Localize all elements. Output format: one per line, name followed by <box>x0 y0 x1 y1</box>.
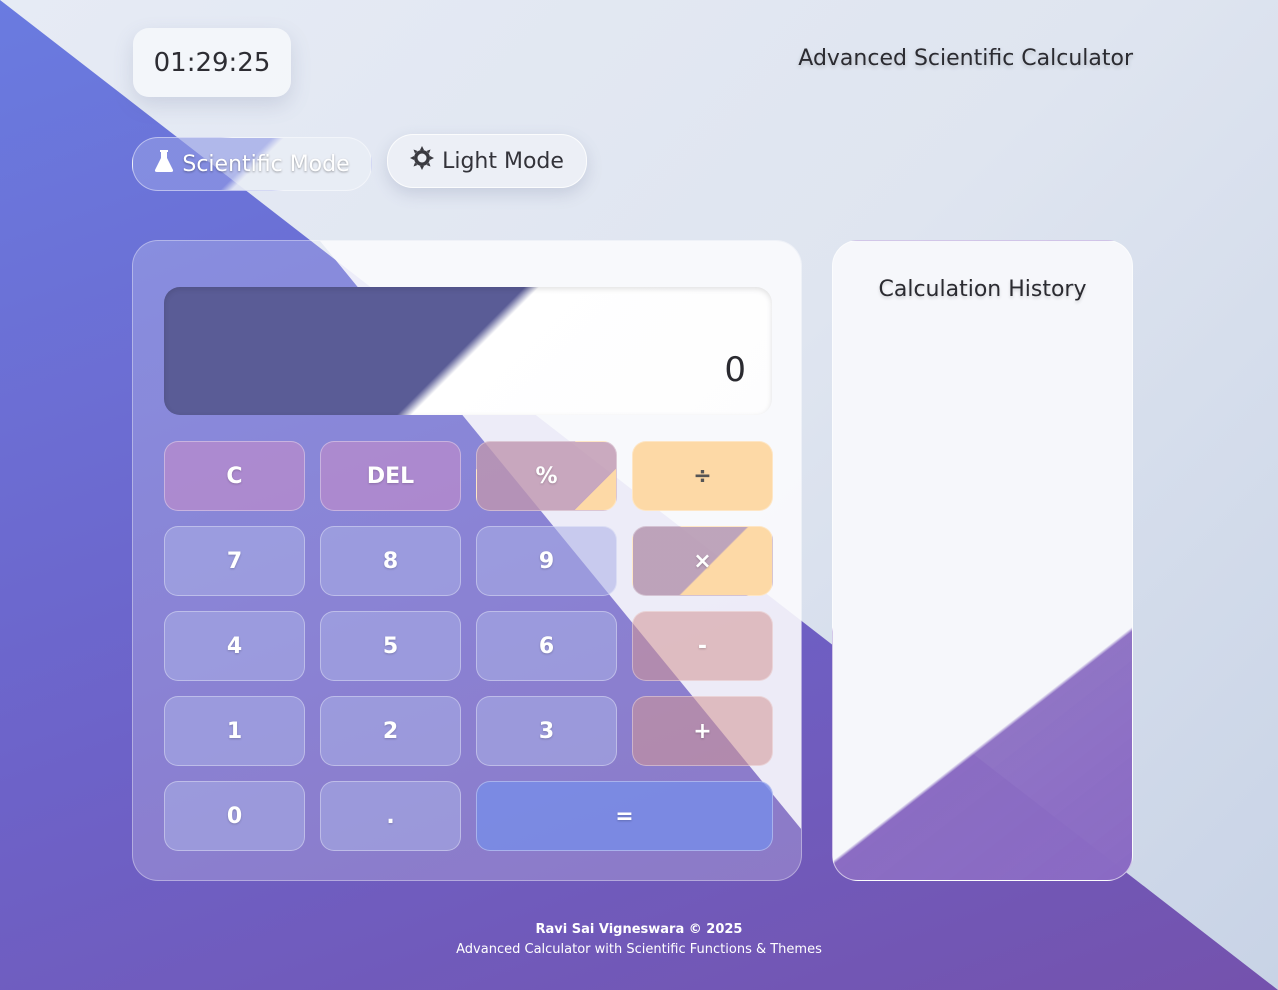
keypad: C DEL % ÷ 7 8 9 × 4 5 6 - 1 2 3 + 0 . = <box>164 441 773 851</box>
delete-button[interactable]: DEL <box>320 441 461 511</box>
divide-button[interactable]: ÷ <box>632 441 773 511</box>
digit-1-button[interactable]: 1 <box>164 696 305 766</box>
equals-button[interactable]: = <box>476 781 773 851</box>
history-panel: Calculation History <box>832 240 1133 881</box>
calculator-panel: 0 C DEL % ÷ 7 8 9 × 4 5 6 - 1 2 3 + 0 . … <box>132 240 802 881</box>
history-title: Calculation History <box>878 277 1087 302</box>
percent-button[interactable]: % <box>476 441 617 511</box>
digit-8-button[interactable]: 8 <box>320 526 461 596</box>
digit-5-button[interactable]: 5 <box>320 611 461 681</box>
sun-icon <box>410 146 435 176</box>
digit-4-button[interactable]: 4 <box>164 611 305 681</box>
digit-0-button[interactable]: 0 <box>164 781 305 851</box>
digit-9-button[interactable]: 9 <box>476 526 617 596</box>
calculator-display: 0 <box>164 287 772 415</box>
footer: Ravi Sai Vigneswara © 2025 Advanced Calc… <box>0 922 1278 957</box>
subtract-button[interactable]: - <box>632 611 773 681</box>
footer-credit: Ravi Sai Vigneswara © 2025 <box>535 922 743 937</box>
app-title: Advanced Scientific Calculator <box>798 46 1133 71</box>
digit-2-button[interactable]: 2 <box>320 696 461 766</box>
digit-6-button[interactable]: 6 <box>476 611 617 681</box>
multiply-button[interactable]: × <box>632 526 773 596</box>
theme-toggle-label: Light Mode <box>442 148 564 174</box>
scientific-mode-label: Scientific Mode <box>182 151 350 177</box>
digit-7-button[interactable]: 7 <box>164 526 305 596</box>
clear-button[interactable]: C <box>164 441 305 511</box>
clock-display: 01:29:25 <box>133 28 291 97</box>
scientific-mode-button[interactable]: Scientific Mode <box>132 137 372 191</box>
flask-icon <box>154 149 174 179</box>
decimal-button[interactable]: . <box>320 781 461 851</box>
theme-toggle-button[interactable]: Light Mode <box>387 134 587 188</box>
footer-tagline: Advanced Calculator with Scientific Func… <box>456 942 822 957</box>
add-button[interactable]: + <box>632 696 773 766</box>
digit-3-button[interactable]: 3 <box>476 696 617 766</box>
